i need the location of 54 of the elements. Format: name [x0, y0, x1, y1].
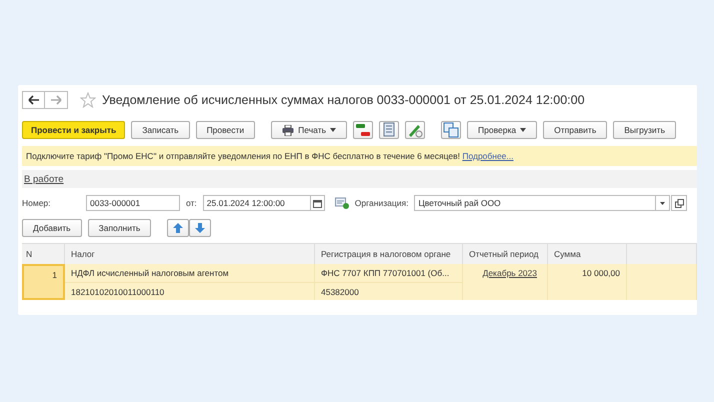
table-cell: 1 [22, 264, 65, 300]
back-button[interactable] [22, 91, 45, 109]
status-link[interactable]: В работе [24, 174, 64, 184]
column-header[interactable]: Регистрация в налоговом органе [315, 244, 463, 264]
table-cell: 45382000 [315, 282, 463, 300]
caret-icon [330, 128, 336, 132]
copy-icon [442, 121, 460, 139]
down-arrow-icon [195, 223, 206, 233]
document-list-button[interactable] [379, 121, 400, 139]
table-cell: 18210102010011000110 [65, 282, 315, 300]
details-link[interactable]: Подробнее... [462, 151, 514, 161]
back-arrow-icon [28, 95, 40, 105]
copy-button[interactable] [441, 121, 462, 139]
move-up-button[interactable] [167, 219, 190, 237]
calendar-button[interactable] [310, 195, 325, 211]
table-cell [627, 264, 697, 300]
printer-icon [282, 124, 294, 136]
print-button[interactable]: Печать [271, 121, 348, 139]
banner-text: Подключите тариф "Промо ЕНС" и отправляйте уведомления по ЕНП в ФНС бесплатно в течение 6 месяцев! [26, 151, 461, 161]
organization-field[interactable]: Цветочный рай ООО [414, 195, 656, 211]
column-header[interactable]: Сумма [548, 244, 627, 264]
toolbar-button[interactable]: Выгрузить [613, 121, 676, 139]
up-arrow-icon [173, 223, 184, 233]
dropdown-button[interactable] [656, 195, 670, 211]
column-header[interactable]: Отчетный период [463, 244, 548, 264]
open-button[interactable] [671, 195, 688, 211]
table-cell: ФНС 7707 КПП 770701001 (Об... [315, 264, 463, 282]
toolbar-button[interactable]: Записать [131, 121, 190, 139]
field-label: от: [186, 198, 197, 208]
post-and-close-button[interactable]: Провести и закрыть [22, 121, 126, 139]
caret-icon [520, 128, 526, 132]
check-button[interactable]: Проверка [467, 121, 538, 139]
toolbar-button[interactable]: Провести [196, 121, 256, 139]
pen-button[interactable] [405, 121, 426, 139]
period-link[interactable]: Декабрь 2023 [482, 268, 537, 278]
open-icon [674, 198, 684, 208]
table-button[interactable]: Заполнить [88, 219, 152, 237]
star-icon[interactable] [80, 92, 96, 108]
move-down-button[interactable] [189, 219, 212, 237]
table-button[interactable]: Добавить [22, 219, 82, 237]
calendar-icon [312, 198, 322, 208]
table-cell: НДФЛ исчисленный налоговым агентом [65, 264, 315, 282]
document-icon [334, 197, 349, 209]
column-header[interactable]: N [22, 244, 65, 264]
forward-arrow-icon [50, 95, 62, 105]
table-cell: 10 000,00 [548, 264, 627, 300]
column-header[interactable]: Налог [65, 244, 315, 264]
field-label: Организация: [354, 198, 408, 208]
toolbar-button[interactable]: Отправить [543, 121, 608, 139]
number-field[interactable]: 0033-000001 [86, 195, 180, 211]
date-field[interactable]: 25.01.2024 12:00:00 [202, 195, 311, 211]
window-title: Уведомление об исчисленных суммах налогов 0033-000001 от 25.01.2024 12:00:00 [102, 93, 585, 107]
dropdown-icon [660, 202, 666, 204]
field-label: Номер: [22, 198, 52, 208]
